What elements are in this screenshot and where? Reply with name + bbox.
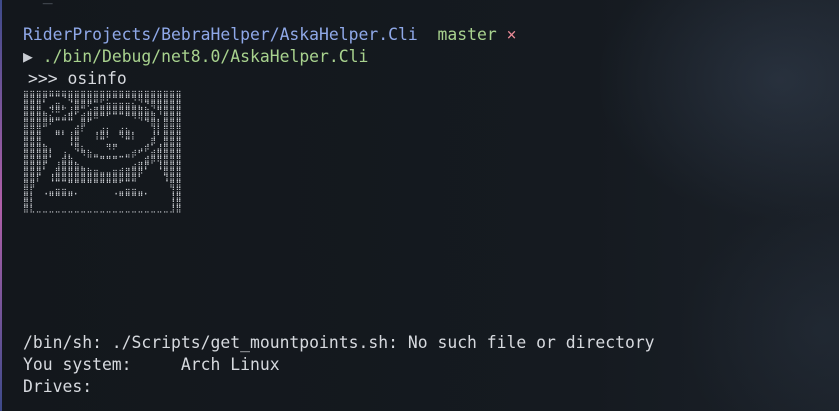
system-value: Arch Linux: [180, 355, 280, 374]
window-accent-border: [0, 0, 2, 411]
executed-command: ./bin/Debug/net8.0/AskaHelper.Cli: [42, 47, 369, 66]
system-info-line: You system: Arch Linux: [23, 354, 280, 376]
terminal-window[interactable]: ~ _ RiderProjects/BebraHelper/AskaHelper…: [0, 0, 839, 411]
error-output-line: /bin/sh: ./Scripts/get_mountpoints.sh: N…: [23, 333, 655, 352]
app-prompt-symbol: >>>: [28, 69, 58, 88]
ascii-art-logo: ⣿⣿⣿⣿⣿⣿⣿⣿⣿⣿⣿⣿⣿⣿⣿⣿⣿⣿⣿⣿⣿⣿⣿⣿⣿ ⣿⣿⣿⡟⠉⠉⠙⢿⣿⣿⣿⣿⡿⠟…: [23, 90, 182, 213]
git-branch: master: [437, 25, 497, 44]
git-dirty-status-icon: ×: [506, 25, 517, 44]
prompt-arrow-icon: ▶: [23, 47, 33, 66]
drives-line: Drives:: [23, 376, 92, 398]
drives-label: Drives:: [23, 377, 93, 396]
working-directory: RiderProjects/BebraHelper/AskaHelper.Cli: [23, 25, 418, 44]
clipped-previous-line: ~ _: [23, 0, 53, 6]
app-command: osinfo: [67, 69, 127, 88]
shell-prompt-path-line: RiderProjects/BebraHelper/AskaHelper.Cli…: [23, 24, 516, 46]
app-prompt-line: >>> osinfo: [28, 68, 127, 90]
system-label: You system:: [23, 355, 132, 374]
shell-command-line: ▶ ./bin/Debug/net8.0/AskaHelper.Cli: [23, 46, 368, 68]
